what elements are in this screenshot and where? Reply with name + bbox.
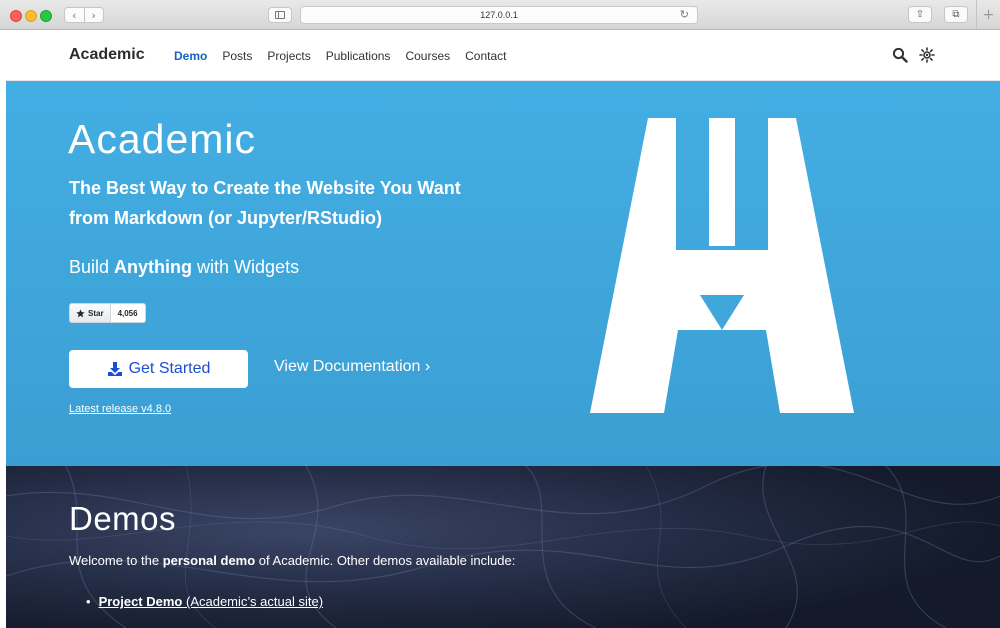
nav-item-publications[interactable]: Publications [326, 49, 391, 63]
sidebar-icon [275, 11, 285, 19]
nav-item-courses[interactable]: Courses [405, 49, 450, 63]
intro-emphasis: personal demo [162, 553, 256, 568]
download-icon [107, 362, 122, 376]
close-window-button[interactable] [10, 10, 22, 22]
sidebar-toggle-button[interactable] [268, 7, 292, 23]
intro-prefix: Welcome to the [69, 553, 163, 568]
demos-list: • Project Demo (Academic’s actual site) [86, 594, 323, 609]
address-bar[interactable]: 127.0.0.1 ↻ [300, 6, 698, 24]
search-icon[interactable] [892, 47, 908, 63]
star-count[interactable]: 4,056 [110, 304, 145, 322]
nav-item-posts[interactable]: Posts [222, 49, 252, 63]
demos-section: Demos Welcome to the personal demo of Ac… [6, 466, 1000, 628]
star-label-area[interactable]: Star [70, 304, 111, 322]
fullscreen-window-button[interactable] [40, 10, 52, 22]
share-button[interactable]: ⇧ [908, 6, 932, 23]
star-icon [76, 308, 85, 317]
latest-release-link[interactable]: Latest release v4.8.0 [69, 403, 171, 415]
nav-item-projects[interactable]: Projects [267, 49, 310, 63]
get-started-button[interactable]: Get Started [69, 350, 248, 388]
main-menu: Demo Posts Projects Publications Courses… [174, 49, 521, 63]
site-navbar: Academic Demo Posts Projects Publication… [6, 30, 1000, 81]
project-demo-note[interactable]: (Academic’s actual site) [182, 594, 323, 609]
history-navigation: ‹ › [64, 7, 104, 23]
list-bullet: • [86, 594, 91, 609]
nav-item-demo[interactable]: Demo [174, 49, 207, 63]
new-tab-button[interactable]: + [976, 0, 1000, 30]
reload-icon[interactable]: ↻ [680, 8, 689, 21]
intro-suffix: of Academic. Other demos available inclu… [255, 553, 516, 568]
tagline-emphasis: Anything [114, 257, 193, 277]
hero-title: Academic [68, 116, 257, 162]
tabs-overview-icon: ⧉ [952, 9, 960, 20]
hero-tagline: Build Anything with Widgets [69, 257, 299, 278]
browser-toolbar: ‹ › 127.0.0.1 ↻ ⇧ ⧉ + [0, 0, 1000, 30]
github-star-button[interactable]: Star 4,056 [69, 303, 146, 323]
demos-intro: Welcome to the personal demo of Academic… [69, 553, 515, 568]
demos-heading: Demos [69, 500, 177, 537]
url-text: 127.0.0.1 [480, 10, 518, 20]
hero-section: Academic The Best Way to Create the Webs… [6, 81, 1000, 466]
project-demo-link[interactable]: Project Demo [99, 594, 183, 609]
academic-logo-icon [590, 118, 854, 413]
tagline-suffix: with Widgets [192, 257, 300, 277]
back-button[interactable]: ‹ [65, 8, 85, 22]
minimize-window-button[interactable] [25, 10, 37, 22]
view-documentation-link[interactable]: View Documentation › [274, 358, 430, 376]
nav-item-contact[interactable]: Contact [465, 49, 506, 63]
tabs-overview-button[interactable]: ⧉ [944, 6, 968, 23]
theme-toggle-icon[interactable] [919, 47, 935, 63]
get-started-label: Get Started [128, 360, 211, 377]
share-icon: ⇧ [915, 9, 925, 20]
hero-subtitle: The Best Way to Create the Website You W… [69, 178, 461, 228]
star-label: Star [88, 308, 104, 318]
browser-window: ‹ › 127.0.0.1 ↻ ⇧ ⧉ + Academic Demo Post… [0, 0, 1000, 628]
forward-button[interactable]: › [85, 8, 104, 22]
tagline-prefix: Build [69, 257, 115, 277]
site-brand[interactable]: Academic [69, 46, 145, 64]
